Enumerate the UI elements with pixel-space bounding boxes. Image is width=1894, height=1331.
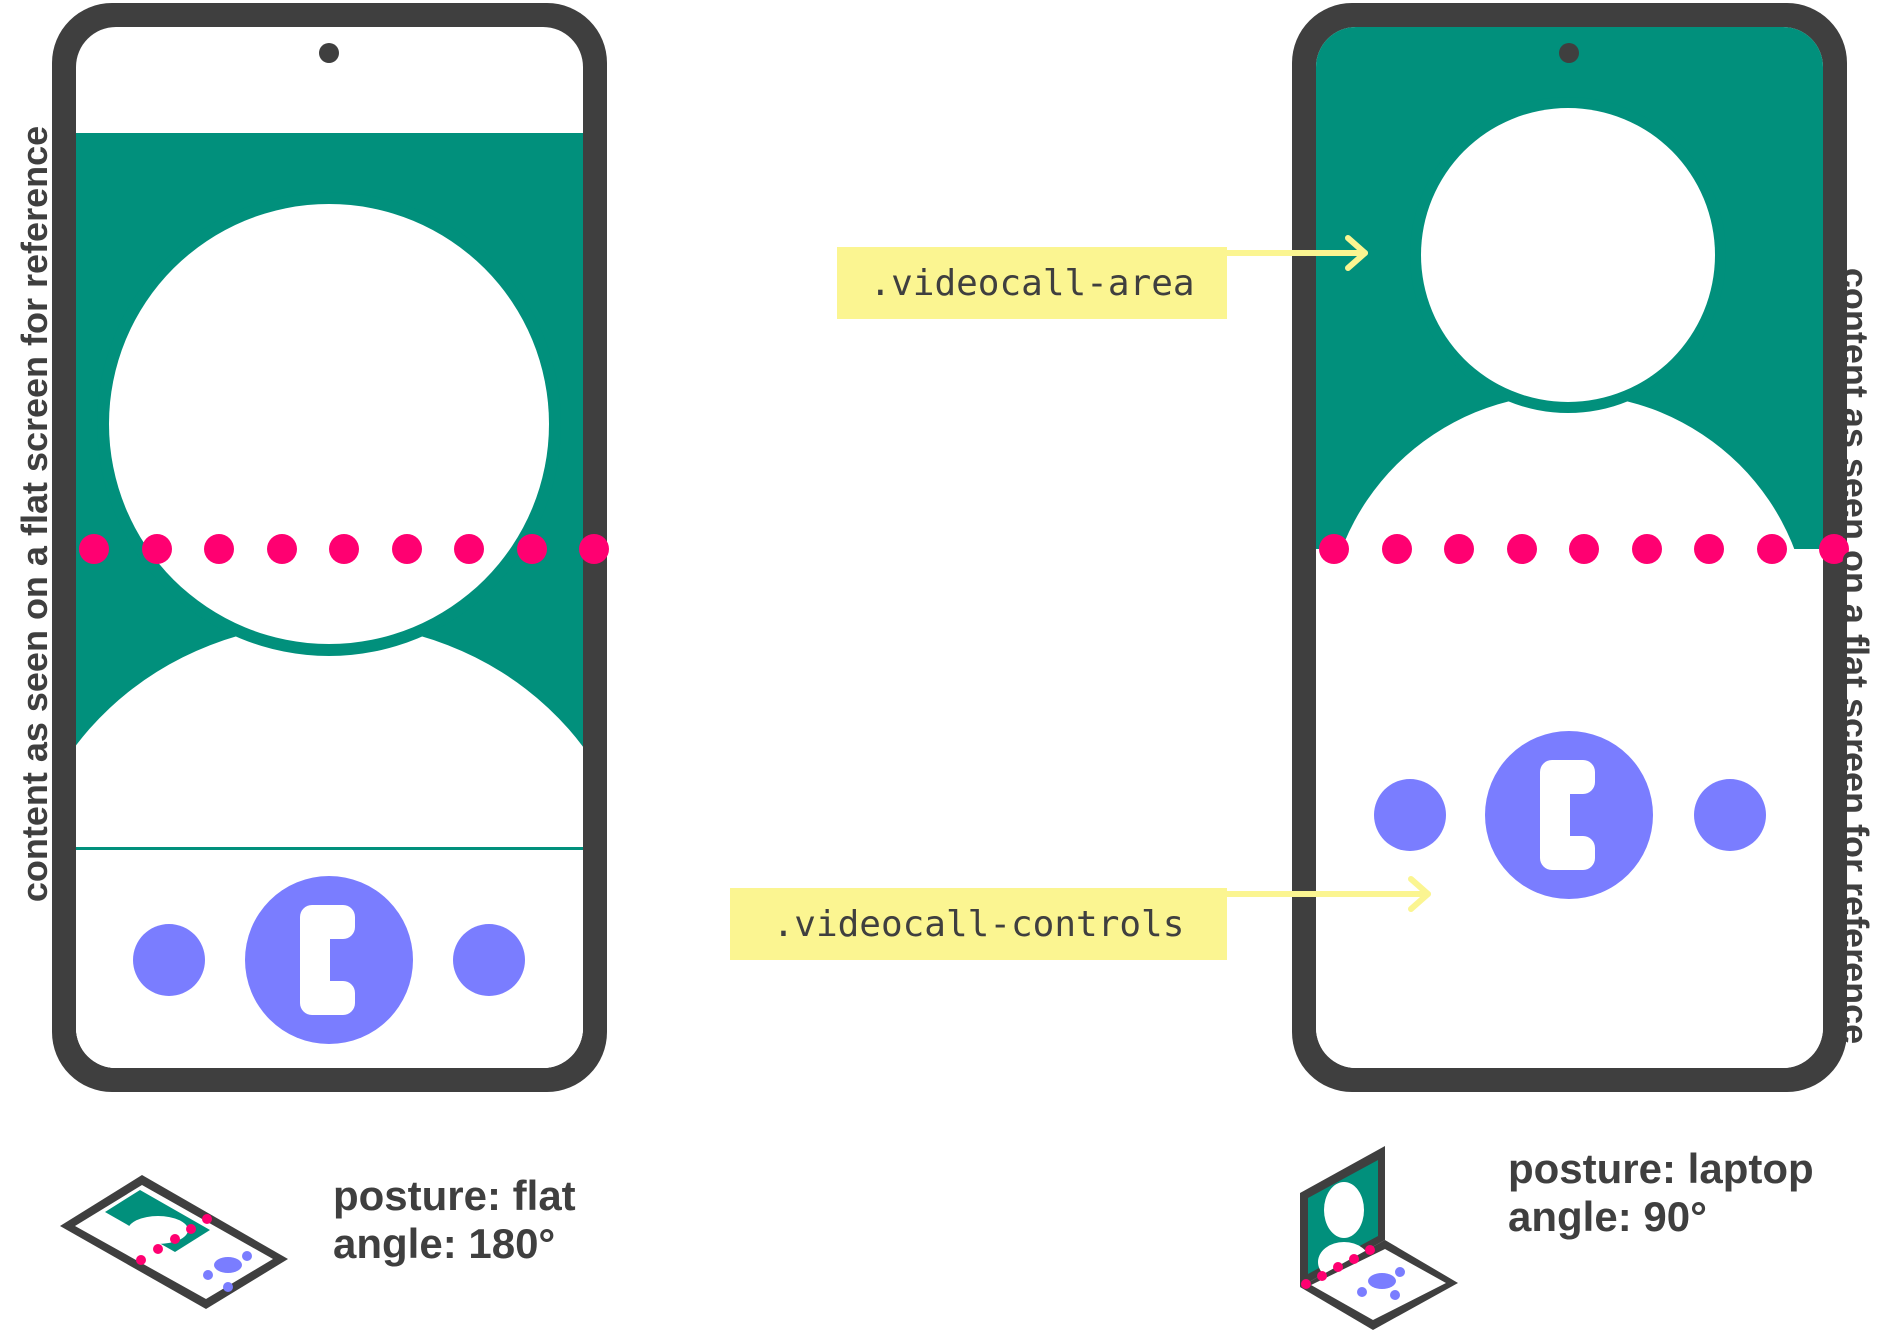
avatar-head-flat: [109, 204, 549, 644]
fold-line-laptop: [1319, 534, 1849, 564]
avatar-head-laptop: [1421, 108, 1715, 402]
videocall-controls-label: .videocall-controls: [730, 888, 1227, 960]
posture-laptop-name: posture: laptop: [1508, 1145, 1814, 1192]
posture-laptop-angle: angle: 90°: [1508, 1193, 1707, 1240]
phone-flat: [52, 3, 609, 1092]
fold-line-flat: [79, 534, 609, 564]
videocall-area-label-text: .videocall-area: [869, 262, 1195, 304]
flat-reference-label-left: content as seen on a flat screen for ref…: [14, 125, 55, 903]
posture-diagram: [52, 3, 1849, 1330]
videocall-area-label: .videocall-area: [837, 247, 1227, 319]
posture-flat-name: posture: flat: [333, 1172, 576, 1219]
posture-laptop-caption: posture: laptop angle: 90°: [1508, 1145, 1814, 1241]
flat-device-icon: [60, 1175, 288, 1309]
flat-reference-label-right: content as seen on a flat screen for ref…: [1835, 267, 1876, 1045]
control-dot-left: [133, 924, 205, 996]
camera-notch: [319, 43, 339, 63]
control-dot-right: [453, 924, 525, 996]
posture-flat-caption: posture: flat angle: 180°: [333, 1172, 576, 1268]
posture-flat-angle: angle: 180°: [333, 1220, 556, 1267]
phone-laptop: [1292, 3, 1849, 1092]
control-dot-left: [1374, 779, 1446, 851]
laptop-device-icon: [1300, 1146, 1458, 1330]
control-dot-right: [1694, 779, 1766, 851]
camera-notch: [1559, 43, 1579, 63]
videocall-controls-label-text: .videocall-controls: [772, 903, 1185, 945]
